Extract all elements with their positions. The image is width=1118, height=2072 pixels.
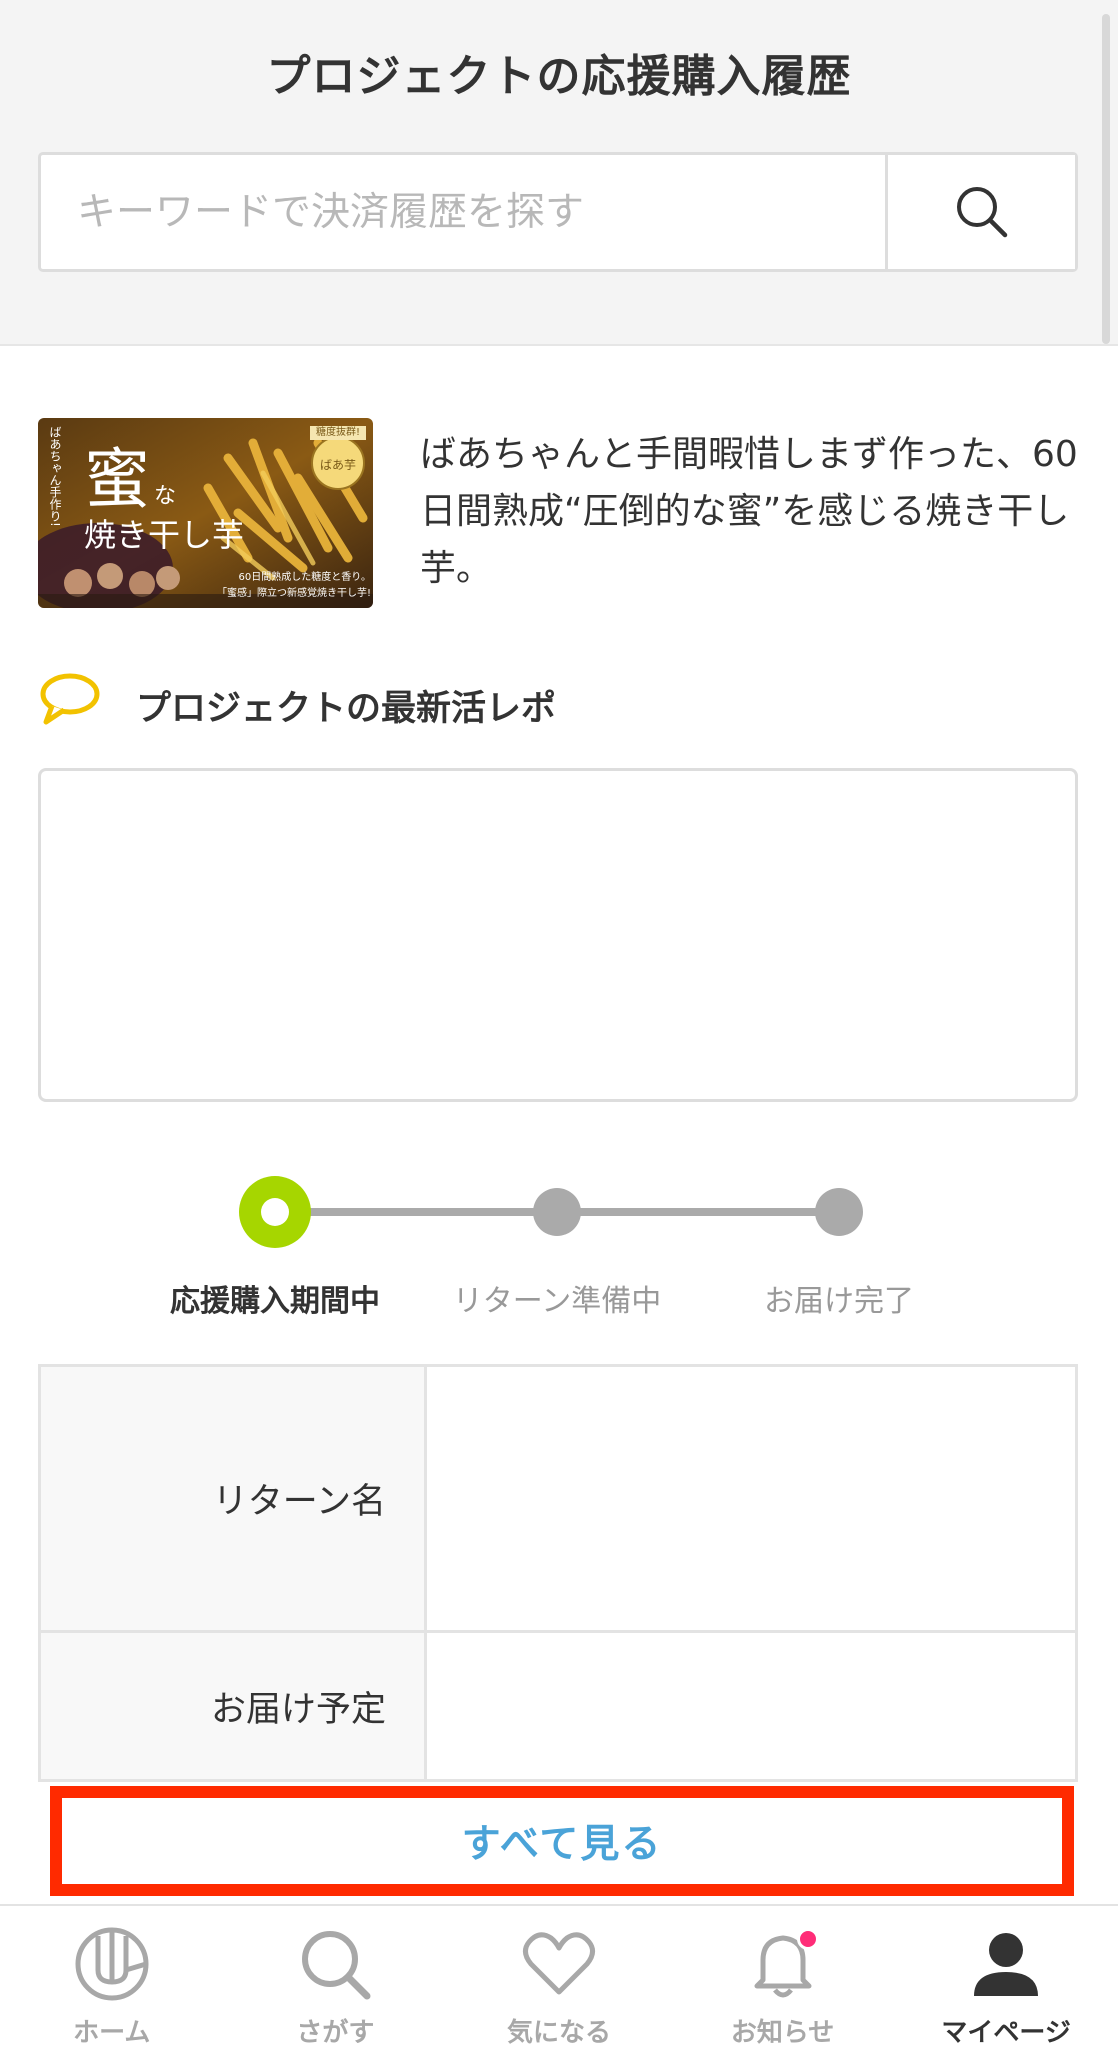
step-label-funding: 応援購入期間中 xyxy=(170,1284,380,1319)
heart-icon xyxy=(522,1932,595,1995)
tab-mypage-label: マイページ xyxy=(941,2018,1071,2048)
thumbnail-seal-logo: ばあ芋 xyxy=(319,458,356,472)
return-name-value xyxy=(427,1367,1075,1630)
tab-mypage[interactable]: マイページ xyxy=(894,1906,1118,2072)
scrollbar[interactable] xyxy=(1102,14,1110,344)
report-title: プロジェクトの最新活レポ xyxy=(136,689,557,729)
step-dot-preparing xyxy=(533,1188,581,1236)
notification-badge xyxy=(796,1928,819,1950)
report-heading: プロジェクトの最新活レポ xyxy=(38,670,1078,730)
thumbnail-main-text: 蜜 xyxy=(84,441,150,518)
step-label-preparing: リターン準備中 xyxy=(452,1284,662,1319)
step-dot-funding xyxy=(239,1176,311,1248)
page-title: プロジェクトの応援購入履歴 xyxy=(266,51,852,102)
thumbnail-badge-text: 糖度抜群! xyxy=(315,427,360,438)
delivery-date-value xyxy=(427,1633,1075,1779)
progress-stepper: 応援購入期間中 リターン準備中 お届け完了 xyxy=(0,1168,1118,1328)
thumbnail-caption-2: 「蜜感」際立つ新感覚焼き干し芋! xyxy=(216,588,371,599)
tab-search[interactable]: さがす xyxy=(224,1906,448,2072)
bottom-tab-bar: ホーム さがす 気になる お知らせ マイページ xyxy=(0,1904,1118,2072)
view-all-button[interactable]: すべて見る xyxy=(50,1786,1074,1896)
user-icon xyxy=(974,1933,1039,1996)
step-label-delivered: お届け完了 xyxy=(764,1284,914,1319)
home-logo-icon xyxy=(75,1927,149,2001)
view-all-label: すべて見る xyxy=(461,1822,663,1867)
step-dot-delivered xyxy=(815,1188,863,1236)
search-input[interactable] xyxy=(41,155,885,269)
thumbnail-side-text: ばあちゃん手作り! xyxy=(48,426,62,527)
report-content-box[interactable] xyxy=(38,768,1078,1102)
return-info-table: リターン名 お届け予定 xyxy=(38,1364,1078,1782)
thumbnail-caption-1: 60日間熟成した糖度と香り。 xyxy=(238,572,371,583)
tab-favorites-label: 気になる xyxy=(506,2018,611,2048)
speech-bubble-icon xyxy=(40,673,100,725)
search-bar xyxy=(38,152,1078,272)
tab-search-label: さがす xyxy=(296,2018,375,2048)
search-button[interactable] xyxy=(885,155,1075,269)
search-icon xyxy=(956,187,1007,238)
delivery-date-label: お届け予定 xyxy=(41,1633,427,1779)
tab-notifications[interactable]: お知らせ xyxy=(671,1906,895,2072)
thumbnail-sub-text: 焼き干し芋 xyxy=(84,516,245,554)
table-row: リターン名 xyxy=(41,1367,1075,1633)
tab-favorites[interactable]: 気になる xyxy=(447,1906,671,2072)
project-summary[interactable]: ばあちゃん手作り! 蜜 な 焼き干し芋 糖度抜群! ばあ芋 60日間熟成した糖度… xyxy=(38,418,1078,608)
page-header: プロジェクトの応援購入履歴 xyxy=(0,0,1118,346)
return-name-label: リターン名 xyxy=(41,1367,427,1630)
project-thumbnail[interactable]: ばあちゃん手作り! 蜜 な 焼き干し芋 糖度抜群! ばあ芋 60日間熟成した糖度… xyxy=(38,418,373,608)
project-description[interactable]: ばあちゃんと手間暇惜しまず作った、60日間熟成“圧倒的な蜜”を感じる焼き干し芋。 xyxy=(420,426,1078,597)
search-icon xyxy=(302,1931,371,2000)
tab-home[interactable]: ホーム xyxy=(0,1906,224,2072)
table-row: お届け予定 xyxy=(41,1633,1075,1779)
thumbnail-small-text: な xyxy=(154,484,177,509)
tab-home-label: ホーム xyxy=(73,2018,151,2048)
tab-notifications-label: お知らせ xyxy=(730,2018,835,2048)
